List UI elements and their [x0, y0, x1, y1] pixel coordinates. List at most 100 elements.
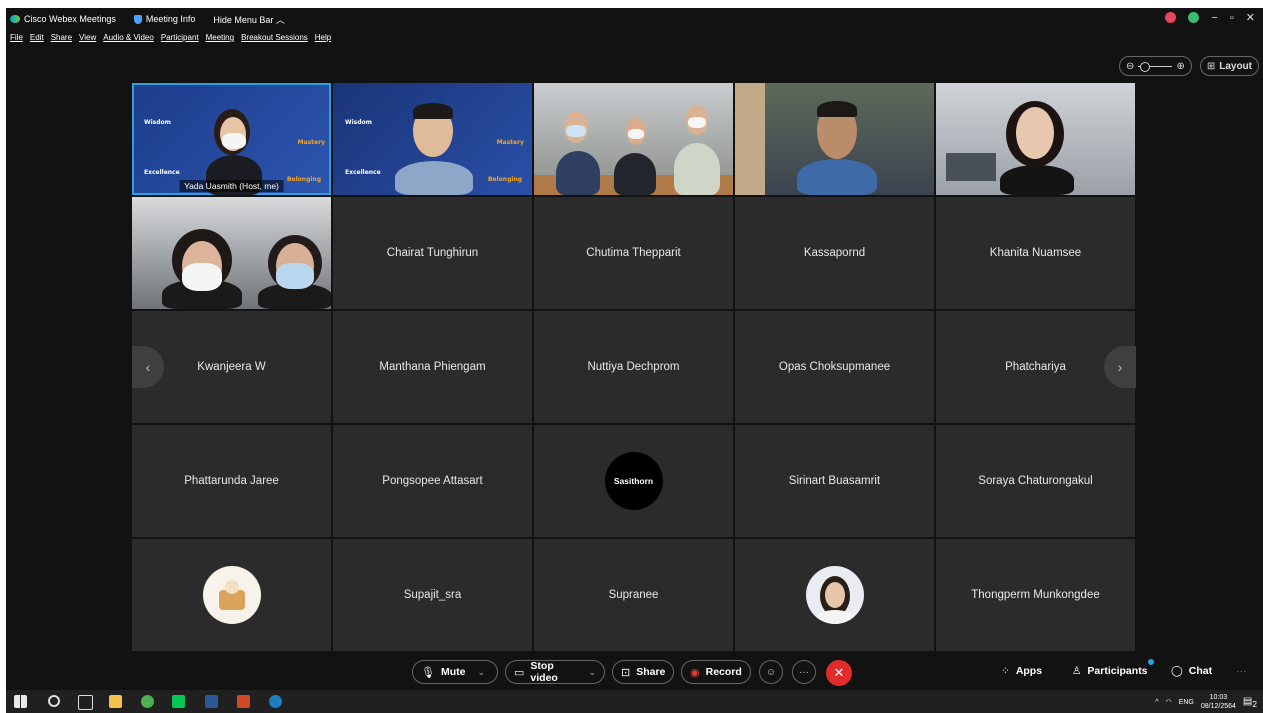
- participant-tile-video[interactable]: [534, 83, 733, 195]
- participant-name: Sirinart Buasamrit: [788, 475, 881, 487]
- participant-tile-video[interactable]: [936, 83, 1135, 195]
- participant-tile[interactable]: Pongsopee Attasart: [333, 425, 532, 537]
- more-icon: ···: [1236, 665, 1247, 677]
- layout-button[interactable]: ⊞ Layout: [1199, 56, 1259, 76]
- menu-audio-video[interactable]: Audio & Video: [103, 33, 154, 42]
- file-explorer-icon[interactable]: [109, 695, 122, 708]
- app-title[interactable]: Cisco Webex Meetings: [10, 14, 116, 24]
- windows-start-icon[interactable]: [14, 695, 27, 708]
- share-label: Share: [636, 666, 666, 678]
- chevron-right-icon: ›: [1117, 359, 1123, 375]
- zoom-out-icon[interactable]: ⊖: [1126, 61, 1134, 72]
- participant-tile[interactable]: Opas Choksupmanee: [735, 311, 934, 423]
- participant-tile[interactable]: Chairat Tunghirun: [333, 197, 532, 309]
- chevron-down-icon[interactable]: ⌄: [588, 667, 596, 678]
- participant-name: Kwanjeera W: [197, 361, 266, 373]
- participant-tile[interactable]: Chutima Thepparit: [534, 197, 733, 309]
- participant-name: Chutima Thepparit: [586, 247, 681, 259]
- chevron-left-icon: ‹: [145, 359, 151, 375]
- reactions-button[interactable]: ☺: [759, 660, 783, 684]
- close-window-button[interactable]: ✕: [1246, 11, 1255, 24]
- network-icon[interactable]: ◠: [1166, 698, 1172, 706]
- search-icon[interactable]: [48, 695, 60, 707]
- leave-meeting-button[interactable]: ✕: [826, 660, 852, 686]
- face-mask: [628, 129, 644, 139]
- minimize-button[interactable]: −: [1211, 12, 1217, 24]
- participant-tile[interactable]: Thongperm Munkongdee: [936, 539, 1135, 651]
- zoom-knob[interactable]: [1140, 61, 1151, 72]
- brand-wisdom: Wisdom: [345, 119, 372, 126]
- brand-belonging: Belonging: [487, 176, 522, 183]
- chevron-up-icon[interactable]: ^: [1155, 699, 1158, 706]
- apps-button[interactable]: ⁘ Apps: [1001, 665, 1042, 677]
- status-green-icon[interactable]: [1188, 12, 1200, 23]
- participant-name: Phatchariya: [1005, 361, 1066, 373]
- status-red-icon[interactable]: [1165, 12, 1177, 23]
- participant-tile[interactable]: [132, 539, 331, 651]
- menu-view[interactable]: View: [79, 33, 96, 42]
- chrome-icon[interactable]: [141, 695, 154, 708]
- apps-label: Apps: [1015, 665, 1043, 677]
- record-label: Record: [705, 666, 742, 678]
- task-view-icon[interactable]: [78, 695, 93, 710]
- webex-taskbar-icon[interactable]: [269, 695, 282, 708]
- meeting-info-label: Meeting Info: [145, 14, 196, 24]
- powerpoint-icon[interactable]: [237, 695, 250, 708]
- participant-tile[interactable]: Nuttiya Dechprom: [534, 311, 733, 423]
- mute-button[interactable]: 🎙︎ Mute ⌄: [412, 660, 498, 684]
- chevron-down-icon[interactable]: ⌄: [477, 667, 485, 678]
- microphone-icon: 🎙︎: [421, 666, 435, 679]
- overflow-button[interactable]: ···: [1236, 665, 1247, 677]
- participant-tile[interactable]: Khanita Nuamsee: [936, 197, 1135, 309]
- participants-button[interactable]: ♙ Participants: [1072, 659, 1154, 677]
- meeting-info-button[interactable]: Meeting Info: [133, 14, 196, 24]
- notifications-icon[interactable]: ▤2: [1243, 696, 1257, 709]
- record-button[interactable]: ◉ Record: [681, 660, 751, 684]
- language-indicator[interactable]: ENG: [1179, 699, 1194, 706]
- more-options-button[interactable]: ···: [792, 660, 816, 684]
- participant-body: [797, 159, 877, 195]
- emoji-icon: ☺: [765, 666, 777, 678]
- participant-tile-video[interactable]: [735, 83, 934, 195]
- window-controls: − ▫ ✕: [1165, 11, 1255, 24]
- participant-tile[interactable]: Supranee: [534, 539, 733, 651]
- clock-date: 08/12/2564: [1200, 703, 1236, 710]
- participant-tile-video[interactable]: Wisdom Mastery Excellence Belonging Yada…: [132, 83, 331, 195]
- menu-meeting[interactable]: Meeting: [206, 33, 234, 42]
- participant-tile[interactable]: Soraya Chaturongakul: [936, 425, 1135, 537]
- participant-tile[interactable]: [735, 539, 934, 651]
- menu-help[interactable]: Help: [315, 33, 331, 42]
- zoom-slider[interactable]: ⊖ ⊕: [1119, 56, 1192, 76]
- menu-participant[interactable]: Participant: [161, 33, 199, 42]
- menu-breakout-sessions[interactable]: Breakout Sessions: [241, 33, 308, 42]
- participant-tile[interactable]: Sasithorn: [534, 425, 733, 537]
- participant-tile[interactable]: Manthana Phiengam: [333, 311, 532, 423]
- participant-tile-video[interactable]: Wisdom Mastery Excellence Belonging: [333, 83, 532, 195]
- chat-button[interactable]: ◯ Chat: [1171, 665, 1212, 677]
- hide-menu-bar-button[interactable]: Hide Menu Bar ︿: [213, 13, 285, 26]
- participant-name: Chairat Tunghirun: [386, 247, 479, 259]
- participant-tile[interactable]: Phattarunda Jaree: [132, 425, 331, 537]
- zoom-track[interactable]: [1138, 61, 1173, 72]
- brand-mastery: Mastery: [297, 139, 325, 146]
- zoom-in-icon[interactable]: ⊕: [1176, 61, 1184, 72]
- participant-grid: Wisdom Mastery Excellence Belonging Yada…: [132, 83, 1136, 653]
- share-button[interactable]: ⊡ Share: [612, 660, 674, 684]
- participant-body: [614, 153, 656, 195]
- participant-tile[interactable]: Kassapornd: [735, 197, 934, 309]
- avatar-illustration-head: [224, 580, 239, 594]
- menu-edit[interactable]: Edit: [30, 33, 44, 42]
- clock[interactable]: 10:03 08/12/2564: [1201, 693, 1236, 711]
- participant-tile[interactable]: Sirinart Buasamrit: [735, 425, 934, 537]
- avatar-face: [824, 582, 845, 608]
- maximize-button[interactable]: ▫: [1230, 12, 1234, 24]
- participant-tile-video[interactable]: [132, 197, 331, 309]
- line-icon[interactable]: [172, 695, 185, 708]
- stop-video-button[interactable]: ▭ Stop video ⌄: [505, 660, 605, 684]
- menu-share[interactable]: Share: [51, 33, 72, 42]
- word-icon[interactable]: [205, 695, 218, 708]
- menu-bar: File Edit Share View Audio & Video Parti…: [10, 33, 331, 42]
- menu-file[interactable]: File: [10, 33, 23, 42]
- apps-icon: ⁘: [1001, 665, 1010, 677]
- participant-tile[interactable]: Supajit_sra: [333, 539, 532, 651]
